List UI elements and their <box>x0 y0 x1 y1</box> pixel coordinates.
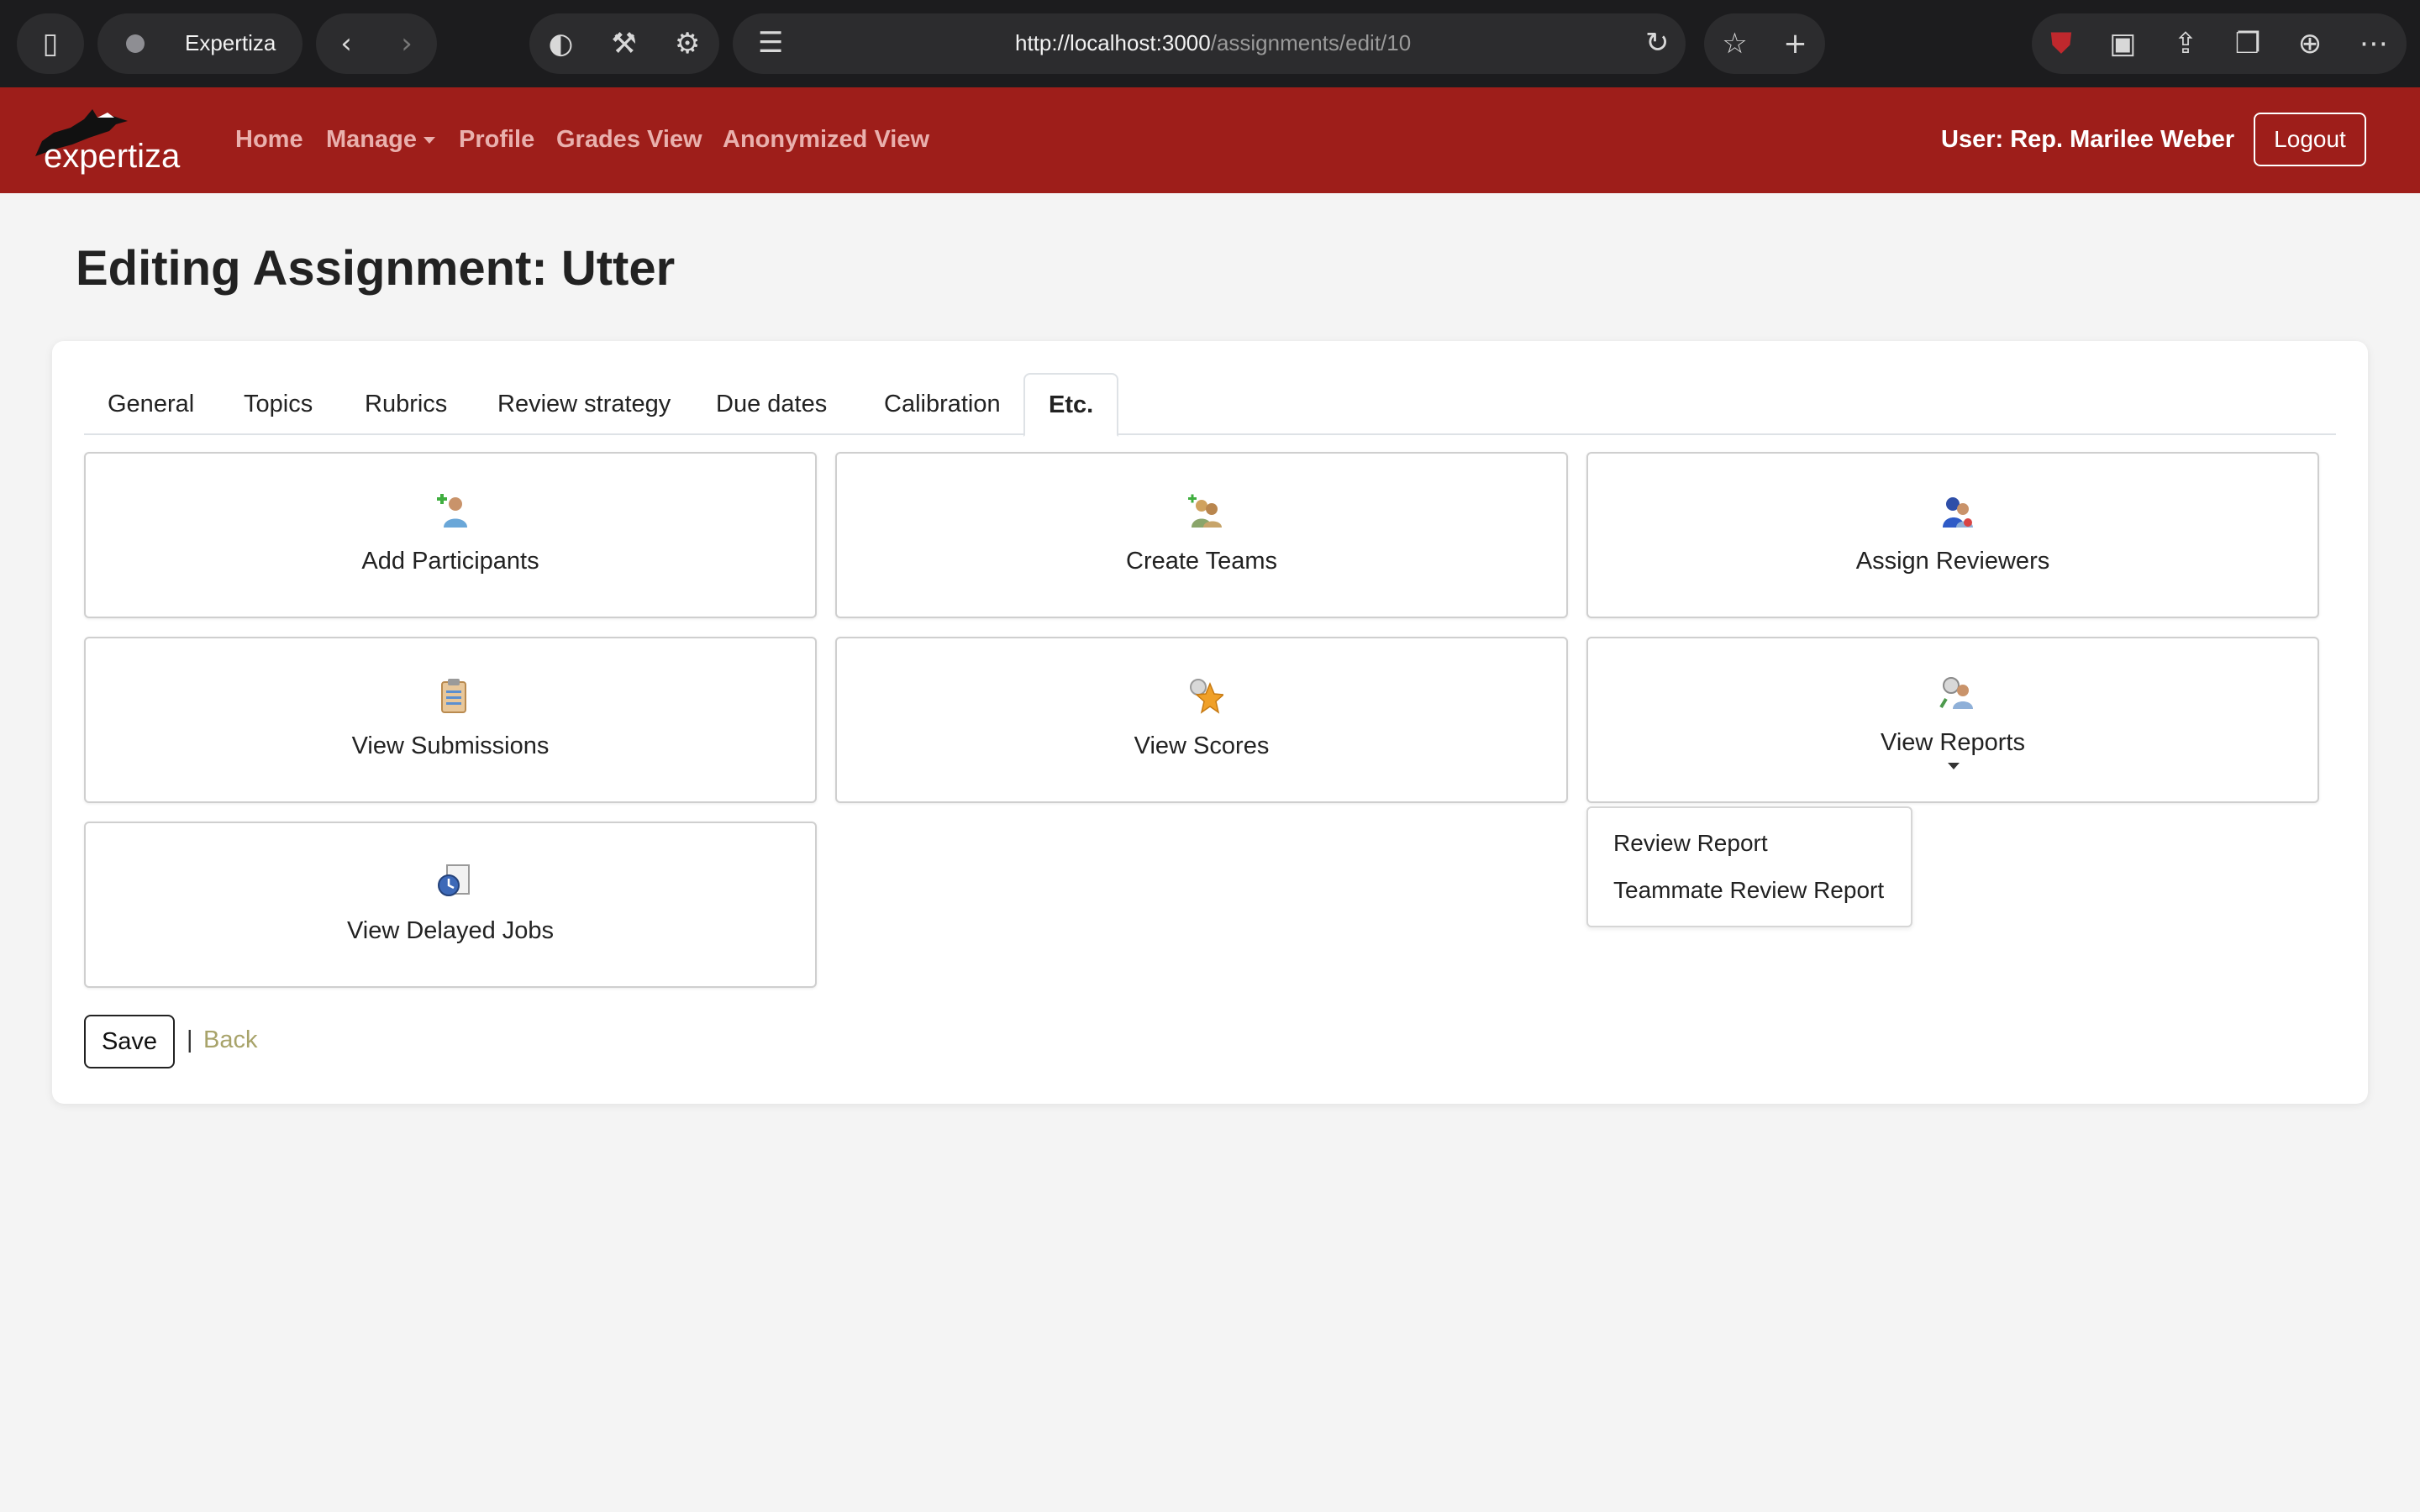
logo-text: expertiza <box>44 138 181 175</box>
forward-arrow-icon[interactable]: › <box>401 29 413 58</box>
browser-toolbar: ▯ Expertiza ‹ › ◐ ⚒ ⚙ ☰ http://localhost… <box>0 0 2420 87</box>
extension-buttons: ◐ ⚒ ⚙ <box>529 13 719 74</box>
tab-title: Expertiza <box>185 30 276 55</box>
tab-general[interactable]: General <box>84 373 218 435</box>
view-reports-tile[interactable]: View Reports <box>1586 637 2319 803</box>
hammer-icon[interactable]: ⚒ <box>611 29 636 58</box>
tile-label: View Delayed Jobs <box>346 917 555 944</box>
reload-icon[interactable]: ↻ <box>1645 29 1670 57</box>
tab-rubrics[interactable]: Rubrics <box>341 373 471 435</box>
back-link[interactable]: Back <box>203 1026 257 1054</box>
add-participants-icon <box>437 494 467 528</box>
reports-icon <box>1939 677 1973 709</box>
assign-reviewers-icon <box>1943 497 1973 528</box>
bookmark-buttons: ☆ + <box>1704 13 1825 74</box>
menu-item-review-report[interactable]: Review Report <box>1613 830 1768 857</box>
assignment-tabs: General Topics Rubrics Review strategy D… <box>84 373 2336 437</box>
address-bar[interactable]: ☰ http://localhost:3000/assignments/edit… <box>733 13 1686 74</box>
tab-etc[interactable]: Etc. <box>1023 373 1119 437</box>
sidebar-icon: ▯ <box>42 27 59 60</box>
tab-calibration[interactable]: Calibration <box>860 373 1024 435</box>
plus-icon[interactable]: + <box>1783 29 1807 58</box>
reader-icon[interactable]: ☰ <box>758 29 783 57</box>
logout-button[interactable]: Logout <box>2254 113 2366 166</box>
tile-label: View Scores <box>1134 732 1270 759</box>
page-title: Editing Assignment: Utter <box>76 241 676 296</box>
clipboard-icon <box>441 679 466 713</box>
tab-favicon-icon <box>126 34 145 53</box>
nav-home[interactable]: Home <box>235 126 303 154</box>
view-delayed-jobs-tile[interactable]: View Delayed Jobs <box>84 822 817 988</box>
clock-icon <box>438 864 470 896</box>
tab-review-strategy[interactable]: Review strategy <box>474 373 694 435</box>
save-button[interactable]: Save <box>84 1015 175 1068</box>
back-arrow-icon[interactable]: ‹ <box>340 29 352 58</box>
reports-dropdown-menu: Review Report Teammate Review Report <box>1586 806 1912 927</box>
nav-manage[interactable]: Manage <box>326 126 435 154</box>
tile-label: View Reports <box>1881 729 2025 756</box>
app-navbar: expertiza Home Manage Profile Grades Vie… <box>0 87 2420 193</box>
separator: | <box>187 1026 193 1053</box>
toolbar-right-buttons: ⛊ ▣ ⇪ ❐ ⊕ ⋯ <box>2032 13 2407 74</box>
tile-label: Add Participants <box>361 548 539 575</box>
tabs-overview-icon[interactable]: ❐ <box>2235 29 2260 58</box>
assign-reviewers-tile[interactable]: Assign Reviewers <box>1586 452 2319 618</box>
tab-topics[interactable]: Topics <box>220 373 336 435</box>
history-buttons: ‹ › <box>316 13 437 74</box>
star-outline-icon[interactable]: ☆ <box>1722 29 1747 58</box>
view-submissions-tile[interactable]: View Submissions <box>84 637 817 803</box>
menu-item-teammate-review-report[interactable]: Teammate Review Report <box>1613 877 1884 904</box>
gear-icon[interactable]: ⚙ <box>675 29 700 58</box>
tab-due-dates[interactable]: Due dates <box>692 373 850 435</box>
expertiza-logo[interactable]: expertiza <box>34 108 185 175</box>
tile-label: Create Teams <box>1126 548 1277 575</box>
chevron-down-icon <box>423 137 435 144</box>
create-teams-icon <box>1188 494 1222 528</box>
extension-icon[interactable]: ▣ <box>2109 29 2136 58</box>
nav-anonymized-view[interactable]: Anonymized View <box>723 126 929 154</box>
share-icon[interactable]: ⇪ <box>2174 29 2198 58</box>
view-scores-tile[interactable]: View Scores <box>835 637 1568 803</box>
browser-tab[interactable]: Expertiza <box>97 13 302 74</box>
tile-label: Assign Reviewers <box>1855 548 2050 575</box>
current-user-label: User: Rep. Marilee Weber <box>1941 126 2235 153</box>
nav-grades-view[interactable]: Grades View <box>556 126 702 154</box>
shield-icon[interactable]: ◐ <box>549 29 574 58</box>
more-icon[interactable]: ⋯ <box>2360 29 2388 58</box>
ublock-icon[interactable]: ⛊ <box>2050 29 2072 58</box>
sidebar-toggle-button[interactable]: ▯ <box>17 13 84 74</box>
download-icon[interactable]: ⊕ <box>2298 29 2323 58</box>
tile-label: View Submissions <box>351 732 550 759</box>
add-participants-tile[interactable]: Add Participants <box>84 452 817 618</box>
url-text[interactable]: http://localhost:3000/assignments/edit/1… <box>1015 30 1411 56</box>
create-teams-tile[interactable]: Create Teams <box>835 452 1568 618</box>
star-icon <box>1190 679 1223 714</box>
nav-profile[interactable]: Profile <box>459 126 534 154</box>
nav-manage-label: Manage <box>326 126 417 153</box>
chevron-down-icon <box>1948 763 1960 769</box>
